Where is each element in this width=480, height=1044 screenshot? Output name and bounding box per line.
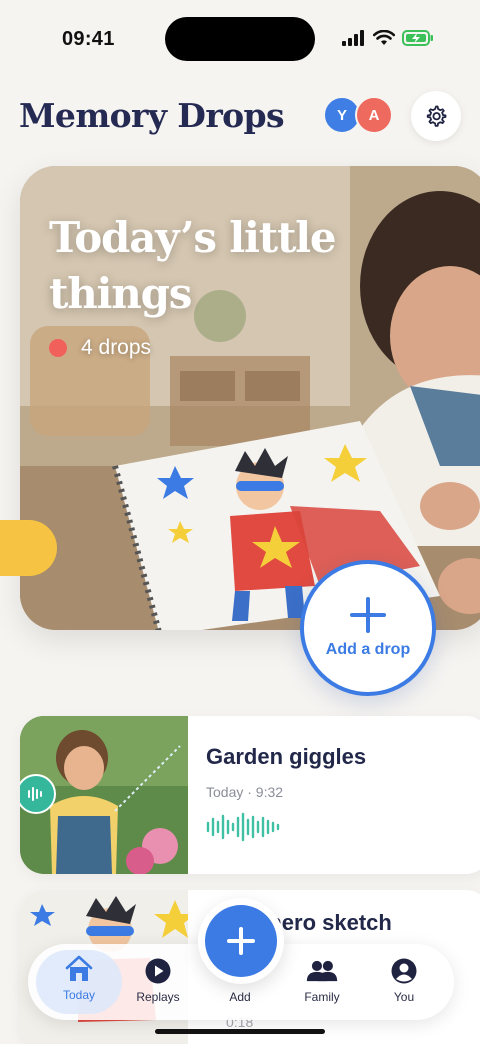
add-drop-fab[interactable] (198, 898, 284, 984)
settings-button[interactable] (411, 91, 461, 141)
person-icon (388, 955, 420, 987)
gear-icon (426, 105, 447, 127)
home-indicator (155, 1029, 325, 1034)
tab-family[interactable]: Family (282, 952, 362, 1012)
plus-icon (350, 597, 386, 633)
add-drop-button[interactable]: Add a drop (300, 560, 436, 696)
add-drop-label: Add a drop (325, 641, 411, 658)
tab-label: Replays (136, 990, 180, 1004)
drop-meta: Today · 9:32 (206, 784, 284, 800)
people-icon (306, 955, 338, 987)
wifi-icon (373, 30, 395, 45)
decorative-yellow-blob (0, 520, 57, 576)
play-icon (142, 955, 174, 987)
tab-you[interactable]: You (364, 952, 444, 1012)
avatar[interactable]: A (355, 96, 393, 134)
battery-charging-icon (402, 30, 433, 46)
drop-card[interactable]: Garden giggles Today · 9:32 (20, 716, 480, 874)
status-bar: 09:41 (0, 0, 480, 80)
recording-dot-icon (49, 339, 67, 357)
home-icon (63, 953, 95, 985)
tab-label: Add (229, 990, 251, 1004)
app-title: Memory Drops (19, 96, 285, 135)
tab-replays[interactable]: Replays (118, 952, 198, 1012)
status-icons (342, 30, 434, 46)
dynamic-island (165, 17, 315, 61)
today-hero-card[interactable]: Today’s little things 4 drops (20, 166, 480, 630)
tab-label: You (393, 990, 415, 1004)
family-avatars[interactable]: Y A (323, 96, 395, 136)
tab-label: Family (304, 990, 340, 1004)
drop-title: Garden giggles (206, 744, 367, 769)
plus-icon (205, 905, 277, 977)
tab-today[interactable]: Today (36, 950, 122, 1014)
drop-count: 4 drops (49, 336, 151, 360)
status-time: 09:41 (62, 28, 115, 50)
waveform-icon (28, 787, 42, 801)
cellular-signal-icon (342, 30, 364, 46)
drop-count-label: 4 drops (81, 336, 152, 359)
tab-label: Today (62, 988, 96, 1002)
hero-title: Today’s little things (49, 213, 337, 318)
audio-waveform (206, 812, 280, 842)
